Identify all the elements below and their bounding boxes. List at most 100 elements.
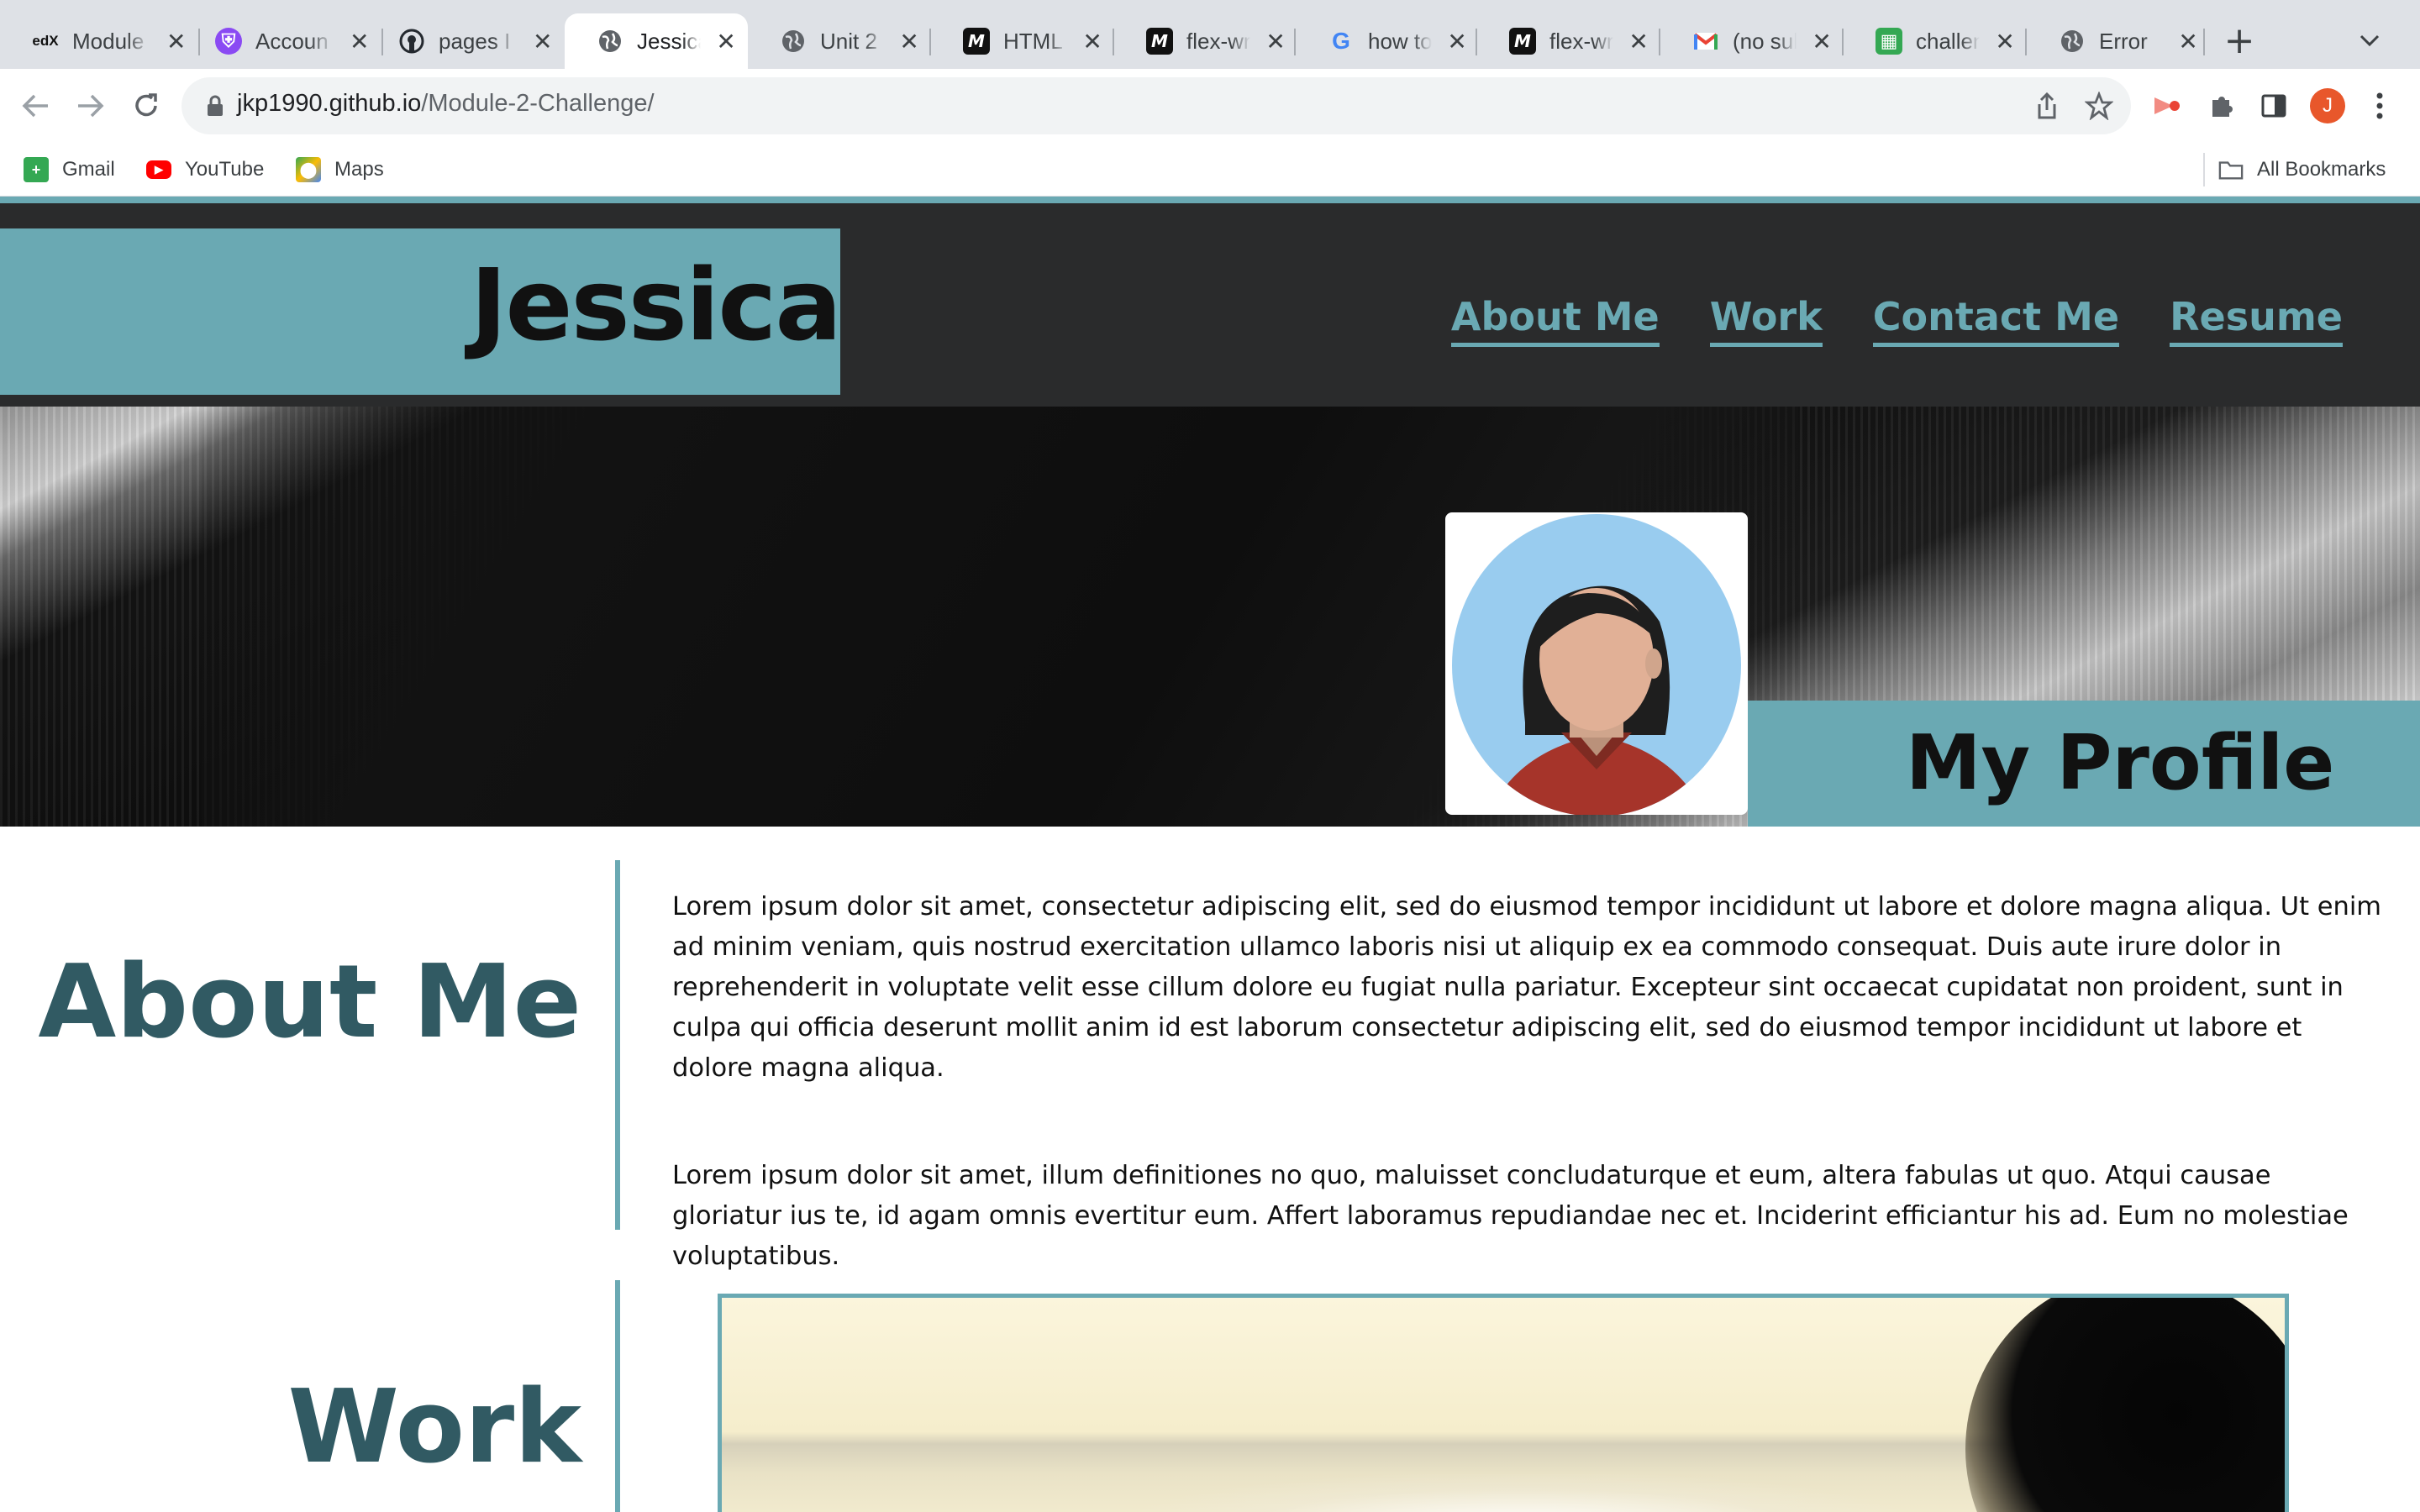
tab-gmail[interactable]: (no sub ✕ (1660, 13, 1844, 69)
tab-account[interactable]: ⛨ Accoun ✕ (183, 13, 381, 69)
mdn-icon: M (1509, 28, 1536, 55)
url-path: /Module-2-Challenge/ (421, 90, 655, 117)
tab-title: flex-wr (1186, 28, 1251, 54)
url-text[interactable]: jkp1990.github.io/Module-2-Challenge/ (237, 90, 655, 118)
tab-strip: edX Module ✕ ⛨ Accoun ✕ pages I ✕ Jessic… (0, 0, 2420, 69)
tab-google-search[interactable]: G how to ✕ (1296, 13, 1479, 69)
hero-title: My Profile (1906, 719, 2335, 807)
reload-button[interactable] (123, 82, 170, 129)
globe-icon (2059, 28, 2086, 55)
google-icon: G (1332, 28, 1350, 54)
tab-close-icon[interactable]: ✕ (1265, 28, 1286, 55)
lock-icon[interactable] (202, 92, 229, 119)
tab-title: Module (72, 28, 145, 54)
arrow-right-icon (78, 94, 104, 118)
sheets-icon: ▦ (1876, 28, 1902, 55)
bookmarks-bar: + Gmail ▶ YouTube ⬤ Maps All Bookmarks (0, 143, 2420, 197)
youtube-icon: ▶ (146, 160, 171, 179)
about-divider (615, 860, 620, 1230)
bookmark-gmail[interactable]: + Gmail (24, 155, 115, 185)
about-paragraph-2: Lorem ipsum dolor sit amet, illum defini… (672, 1161, 2349, 1271)
tab-title: pages I (439, 28, 511, 54)
tab-title: Accoun (255, 28, 329, 54)
tab-close-icon[interactable]: ✕ (1628, 28, 1649, 55)
tab-title: flex-wr (1549, 28, 1614, 54)
tab-flex-wrap-1[interactable]: M flex-wr ✕ (1114, 13, 1297, 69)
address-bar[interactable]: jkp1990.github.io/Module-2-Challenge/ (182, 77, 2131, 134)
profile-avatar-illustration (1452, 514, 1741, 816)
tab-close-icon[interactable]: ✕ (532, 28, 553, 55)
site-nav: About Me Work Contact Me Resume (1450, 294, 2343, 347)
bookmark-label: Gmail (62, 158, 115, 181)
profile-label-block: My Profile (1748, 701, 2420, 827)
tab-title: Error (2099, 28, 2148, 54)
browser-toolbar: jkp1990.github.io/Module-2-Challenge/ J (0, 69, 2420, 143)
tab-title: HTML I (1003, 28, 1068, 54)
tab-unit2[interactable]: Unit 2 ( ✕ (748, 13, 931, 69)
screen-recorder-icon[interactable] (2146, 86, 2186, 126)
tab-close-icon[interactable]: ✕ (1812, 28, 1832, 55)
reload-icon (135, 93, 157, 117)
tab-title: challen (1916, 28, 1981, 54)
url-host: jkp1990.github.io (237, 90, 422, 117)
tab-close-icon[interactable]: ✕ (1082, 28, 1102, 55)
tab-search-chevron-icon[interactable] (2351, 22, 2388, 59)
site-logo[interactable]: Jessica (471, 247, 842, 363)
web-page: Jessica About Me Work Contact Me Resume (0, 197, 2420, 1512)
bookmark-label: YouTube (185, 158, 265, 181)
arrow-left-icon (22, 94, 48, 118)
tab-title: Unit 2 ( (820, 28, 885, 54)
tab-pages[interactable]: pages I ✕ (366, 13, 565, 69)
forward-button[interactable] (67, 82, 114, 129)
bookmark-star-icon[interactable] (2082, 89, 2116, 123)
bookmarks-divider (2203, 153, 2205, 186)
profile-avatar-button[interactable]: J (2307, 86, 2348, 126)
share-icon[interactable] (2030, 89, 2064, 123)
work-divider (615, 1280, 620, 1512)
nav-link-work[interactable]: Work (1709, 294, 1823, 347)
nav-link-resume[interactable]: Resume (2170, 294, 2343, 347)
gmail-icon: + (24, 157, 49, 182)
globe-icon (780, 28, 807, 55)
kebab-menu-icon[interactable] (2363, 86, 2396, 126)
tab-title: Jessica (637, 28, 701, 54)
tab-close-icon[interactable]: ✕ (2178, 28, 2198, 55)
tab-module[interactable]: edX Module ✕ (0, 13, 198, 69)
tab-close-icon[interactable]: ✕ (899, 28, 919, 55)
mdn-icon: M (963, 28, 990, 55)
tab-close-icon[interactable]: ✕ (1447, 28, 1467, 55)
about-paragraph-1: Lorem ipsum dolor sit amet, consectetur … (672, 892, 2382, 1083)
mdn-icon: M (1146, 28, 1173, 55)
work-title: Work (287, 1369, 581, 1486)
site-header: Jessica About Me Work Contact Me Resume (0, 197, 2420, 407)
bookmark-youtube[interactable]: ▶ YouTube (146, 155, 264, 185)
extensions-puzzle-icon[interactable] (2202, 86, 2242, 126)
hero-banner: My Profile (0, 407, 2420, 827)
tab-challenge[interactable]: ▦ challen ✕ (1844, 13, 2027, 69)
github-icon (398, 28, 425, 55)
all-bookmarks-label: All Bookmarks (2257, 158, 2386, 181)
new-tab-button[interactable]: + (2218, 18, 2260, 64)
tab-jessica-active[interactable]: Jessica ✕ (565, 13, 748, 69)
globe-icon (597, 28, 623, 55)
tab-flex-wrap-2[interactable]: M flex-wr ✕ (1477, 13, 1660, 69)
tab-separator (2203, 29, 2205, 55)
work-project-image[interactable] (718, 1294, 2289, 1512)
gmail-icon (1692, 28, 1719, 55)
folder-icon (2218, 157, 2244, 182)
about-title: About Me (38, 944, 581, 1061)
tab-close-icon[interactable]: ✕ (716, 28, 736, 55)
side-panel-icon[interactable] (2254, 86, 2294, 126)
all-bookmarks[interactable]: All Bookmarks (2218, 155, 2386, 185)
nav-link-contact-me[interactable]: Contact Me (1872, 294, 2120, 347)
work-image-spray (1142, 1474, 1898, 1512)
bookmark-maps[interactable]: ⬤ Maps (296, 155, 384, 185)
tab-html[interactable]: M HTML I ✕ (931, 13, 1114, 69)
account-shield-icon: ⛨ (215, 28, 242, 55)
tab-error[interactable]: Error ✕ (2027, 13, 2210, 69)
edx-icon: edX (32, 33, 59, 49)
nav-link-about-me[interactable]: About Me (1450, 294, 1660, 347)
tab-close-icon[interactable]: ✕ (1995, 28, 2015, 55)
avatar: J (2310, 88, 2345, 123)
back-button[interactable] (12, 82, 59, 129)
